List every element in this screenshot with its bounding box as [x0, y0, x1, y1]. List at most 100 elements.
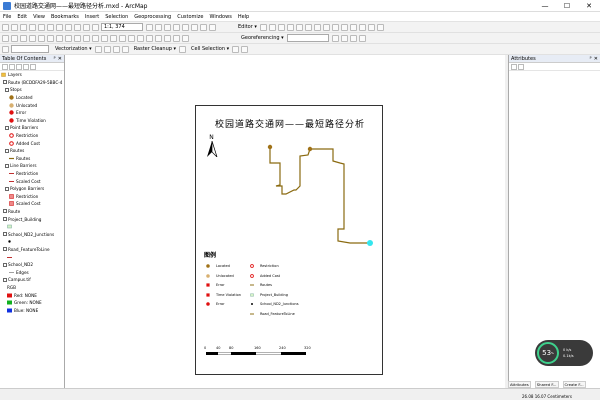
attributes-options-icon[interactable] [518, 63, 524, 70]
print-icon[interactable] [29, 23, 36, 31]
find-icon[interactable] [137, 34, 144, 42]
select-connected-cells-icon[interactable] [232, 45, 240, 53]
menu-bookmarks[interactable]: Bookmarks [51, 14, 79, 20]
menu-selection[interactable]: Selection [105, 14, 128, 20]
stop-middle[interactable] [307, 146, 313, 152]
menu-help[interactable]: Help [238, 14, 249, 20]
attributes-sort-icon[interactable] [511, 63, 517, 70]
toc-layer-item[interactable]: Route [1, 208, 64, 216]
tab-shared-features[interactable]: Shared F... [534, 381, 559, 388]
sketch-properties-icon[interactable] [367, 23, 375, 31]
viewer-icon[interactable] [182, 34, 189, 42]
toc-layer-item[interactable]: Project_Building [1, 215, 64, 223]
view-link-table-icon[interactable] [358, 34, 366, 42]
add-data-icon[interactable] [92, 23, 99, 31]
catalog-icon[interactable] [164, 23, 171, 31]
layer-visibility-checkbox[interactable] [5, 125, 9, 130]
fixed-zoom-in-icon[interactable] [38, 34, 45, 42]
reshape-icon[interactable] [322, 23, 330, 31]
toc-layer-item[interactable]: Located [1, 94, 64, 102]
undo-icon[interactable] [74, 23, 81, 31]
time-slider-icon[interactable] [164, 34, 171, 42]
raster-cleanup-menu[interactable]: Raster Cleanup ▾ [134, 46, 176, 52]
find-route-icon[interactable] [146, 34, 153, 42]
paste-icon[interactable] [56, 23, 63, 31]
add-control-points-icon[interactable] [349, 34, 357, 42]
menu-customize[interactable]: Customize [177, 14, 203, 20]
delete-icon[interactable] [65, 23, 72, 31]
hyperlink-icon[interactable] [110, 34, 117, 42]
layout-view[interactable]: 校园道路交通网——最短路径分析 N 图例 Located Unlocated Err… [65, 55, 505, 388]
map-scale-select[interactable]: 1:1, 374 [101, 23, 143, 31]
save-icon[interactable] [20, 23, 27, 31]
stop-start[interactable] [267, 144, 273, 150]
full-extent-icon[interactable] [29, 34, 36, 42]
create-features-icon[interactable] [376, 23, 384, 31]
help-icon[interactable] [209, 23, 216, 31]
end-point-arc-icon[interactable] [286, 23, 294, 31]
minimize-button[interactable]: — [534, 2, 556, 10]
toc-layer-item[interactable]: Polygon Barriers [1, 185, 64, 193]
vectorization-menu[interactable]: Vectorization ▾ [55, 46, 92, 52]
layer-visibility-checkbox[interactable] [5, 148, 9, 153]
layer-visibility-checkbox[interactable] [5, 163, 9, 168]
interactive-select-icon[interactable] [241, 45, 249, 53]
menu-windows[interactable]: Windows [209, 14, 231, 20]
stop-end[interactable] [367, 240, 373, 246]
layer-visibility-checkbox[interactable] [3, 209, 7, 214]
zoom-out-icon[interactable] [11, 34, 18, 42]
menu-edit[interactable]: Edit [17, 14, 27, 20]
zoom-in-icon[interactable] [2, 34, 9, 42]
toc-layer-item[interactable]: Restriction [1, 170, 64, 178]
toc-layer-item[interactable]: Routes [1, 147, 64, 155]
fixed-zoom-out-icon[interactable] [47, 34, 54, 42]
layer-visibility-checkbox[interactable] [3, 80, 7, 85]
arcscan-icon[interactable] [2, 45, 9, 53]
toc-layer-item[interactable] [1, 253, 64, 261]
toc-layer-item[interactable]: Red: NONE [1, 291, 64, 299]
attributes-close-icon[interactable]: ✕ [594, 56, 598, 62]
python-icon[interactable] [191, 23, 198, 31]
clear-selection-icon[interactable] [83, 34, 90, 42]
list-by-selection-icon[interactable] [23, 63, 29, 70]
tab-attributes[interactable]: Attributes [508, 381, 531, 388]
list-by-drawing-order-icon[interactable] [2, 63, 8, 70]
swipe-icon[interactable] [173, 34, 180, 42]
search-icon[interactable] [173, 23, 180, 31]
shortest-route-line[interactable] [269, 147, 370, 244]
shift-georef-icon[interactable] [340, 34, 348, 42]
toc-layer-item[interactable]: Scaled Cost [1, 200, 64, 208]
vectorization-trace-icon[interactable] [103, 45, 111, 53]
select-features-icon[interactable] [74, 34, 81, 42]
copy-icon[interactable] [47, 23, 54, 31]
toc-pin-icon[interactable]: ᵖ [54, 56, 56, 62]
straight-segment-icon[interactable] [277, 23, 285, 31]
layer-visibility-checkbox[interactable] [3, 277, 7, 282]
table-of-contents-icon[interactable] [155, 23, 162, 31]
toc-layer-item[interactable]: Routes [1, 155, 64, 163]
georeferencing-layer-select[interactable] [286, 34, 329, 42]
tab-create-features[interactable]: Create F... [562, 381, 586, 388]
model-builder-icon[interactable] [200, 23, 207, 31]
layer-visibility-checkbox[interactable] [3, 232, 7, 237]
toc-layer-item[interactable]: Unlocated [1, 101, 64, 109]
split-icon[interactable] [340, 23, 348, 31]
cell-selection-menu[interactable]: Cell Selection ▾ [191, 46, 229, 52]
rotate-icon[interactable] [349, 23, 357, 31]
cell-select-icon[interactable] [121, 45, 129, 53]
toc-layer-item[interactable]: School_ND2_Junctions [1, 230, 64, 238]
select-elements-icon[interactable] [92, 34, 99, 42]
toc-layer-item[interactable] [1, 223, 64, 231]
layer-visibility-checkbox[interactable] [5, 87, 9, 92]
measure-icon[interactable] [128, 34, 135, 42]
toc-layer-item[interactable]: Blue: NONE [1, 306, 64, 314]
arcscan-layer-select[interactable] [11, 45, 49, 53]
menu-geoprocessing[interactable]: Geoprocessing [134, 14, 171, 20]
toc-layer-item[interactable]: Restriction [1, 132, 64, 140]
toc-layer-item[interactable]: Route (BCDDFA29-5BBC-4 [1, 79, 64, 87]
toc-close-icon[interactable]: ✕ [58, 56, 62, 62]
edit-annotation-icon[interactable] [268, 23, 276, 31]
toc-layer-item[interactable]: Restriction [1, 193, 64, 201]
menu-view[interactable]: View [33, 14, 45, 20]
toc-layer-item[interactable]: Error [1, 109, 64, 117]
